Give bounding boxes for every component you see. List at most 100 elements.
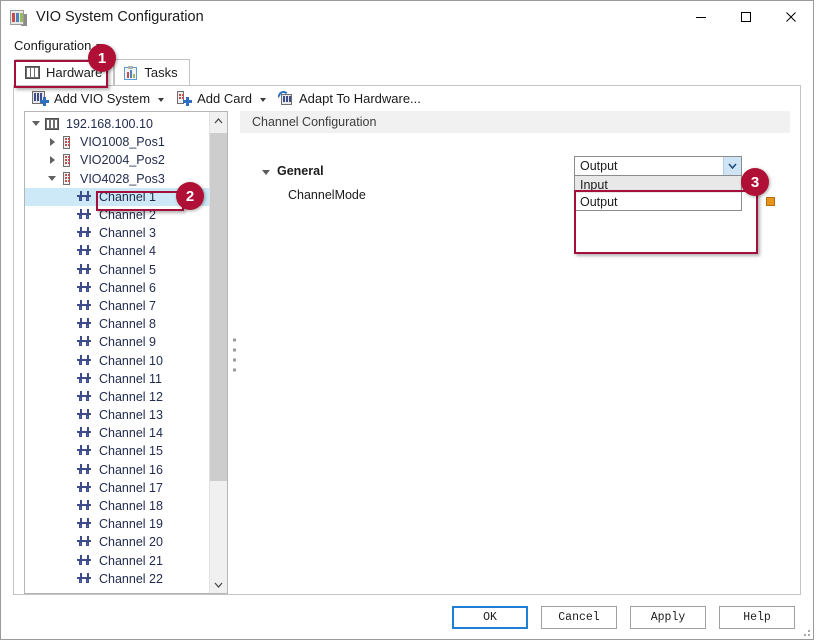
tree-item[interactable]: Channel 12: [25, 388, 209, 406]
tree-item-label: Channel 14: [99, 426, 163, 441]
channelmode-option-list[interactable]: Input Output: [574, 176, 742, 211]
channel-icon: [77, 354, 92, 367]
close-icon[interactable]: [768, 1, 813, 32]
maximize-icon[interactable]: [723, 1, 768, 32]
tree-item[interactable]: 192.168.100.10: [25, 115, 209, 133]
tree-item-label: Channel 3: [99, 226, 156, 241]
channel-icon: [77, 554, 92, 567]
collapse-arrow-icon[interactable]: [45, 170, 61, 188]
tree-item[interactable]: Channel 19: [25, 515, 209, 533]
tree-item[interactable]: Channel 6: [25, 279, 209, 297]
tab-strip: Hardware Tasks: [1, 57, 813, 85]
apply-button[interactable]: Apply: [630, 605, 706, 629]
tree-item[interactable]: Channel 5: [25, 261, 209, 279]
channel-icon: [77, 263, 92, 276]
tree-item-label: Channel 18: [99, 499, 163, 514]
tree-item-label: Channel 12: [99, 389, 163, 404]
channelmode-dropdown[interactable]: Output Input Output: [574, 156, 742, 211]
tab-tasks[interactable]: Tasks: [114, 59, 190, 85]
tree-item[interactable]: Channel 9: [25, 333, 209, 351]
channel-icon: [77, 209, 92, 221]
card-icon: [61, 153, 73, 167]
main-split-area: 192.168.100.10 VIO1008_Pos1 VIO2004_Pos2 VI…: [14, 111, 800, 594]
tree-item[interactable]: Channel 14: [25, 424, 209, 442]
channel-icon: [77, 518, 92, 530]
chevron-down-icon[interactable]: [260, 98, 267, 102]
tab-label: Tasks: [144, 65, 178, 80]
annotation-badge-3: 3: [741, 168, 769, 196]
channelmode-option-output[interactable]: Output: [575, 193, 741, 210]
annotation-badge-2: 2: [176, 182, 204, 210]
tree-item-label: Channel 16: [99, 462, 163, 477]
tree-item-label: Channel 5: [99, 262, 156, 277]
tree-item[interactable]: Channel 16: [25, 461, 209, 479]
tree-item[interactable]: Channel 2: [25, 206, 209, 224]
dialog-window: VIO System Configuration Configuration H…: [0, 0, 814, 640]
channel-icon: [77, 372, 92, 385]
minimize-icon[interactable]: [678, 1, 723, 32]
channel-icon: [77, 336, 92, 348]
channel-icon: [77, 572, 92, 585]
panel-splitter[interactable]: [228, 111, 240, 594]
channelmode-combobox[interactable]: Output: [574, 156, 742, 176]
chevron-down-icon[interactable]: [158, 98, 165, 102]
tree-item[interactable]: VIO1008_Pos1: [25, 133, 209, 151]
channel-icon: [77, 390, 92, 403]
tree-item[interactable]: Channel 11: [25, 370, 209, 388]
tree-item[interactable]: Channel 13: [25, 406, 209, 424]
resize-grip-icon[interactable]: [800, 626, 810, 636]
tree-item-label: Channel 1: [99, 189, 156, 204]
title-bar: VIO System Configuration: [1, 1, 813, 33]
channel-icon: [77, 190, 92, 203]
tree-item[interactable]: VIO2004_Pos2: [25, 151, 209, 169]
pane-header: Channel Configuration: [240, 111, 790, 133]
tree-item[interactable]: Channel 22: [25, 570, 209, 588]
ok-button[interactable]: OK: [452, 605, 528, 629]
tree-item-label: Channel 13: [99, 408, 163, 423]
tree-item[interactable]: Channel 20: [25, 533, 209, 551]
dialog-button-bar: OK Cancel Apply Help: [1, 595, 813, 639]
tree-item[interactable]: Channel 17: [25, 479, 209, 497]
channelmode-selected-value: Output: [580, 159, 618, 173]
tree-item[interactable]: Channel 10: [25, 351, 209, 369]
tree-item[interactable]: Channel 3: [25, 224, 209, 242]
scroll-up-button[interactable]: [210, 112, 227, 129]
channelmode-option-input[interactable]: Input: [575, 176, 741, 193]
window-title: VIO System Configuration: [36, 9, 204, 25]
scrollbar-thumb[interactable]: [210, 133, 227, 481]
expand-arrow-icon[interactable]: [45, 151, 61, 169]
tree-item[interactable]: Channel 21: [25, 552, 209, 570]
tree-item[interactable]: Channel 7: [25, 297, 209, 315]
channel-icon: [77, 445, 92, 457]
tree-item-label: Channel 15: [99, 444, 163, 459]
chevron-down-icon[interactable]: [723, 157, 741, 175]
add-vio-system-button[interactable]: Add VIO System: [28, 89, 170, 108]
tree-item[interactable]: Channel 8: [25, 315, 209, 333]
tree-item-label: Channel 19: [99, 517, 163, 532]
help-button[interactable]: Help: [719, 605, 795, 629]
channel-icon: [77, 318, 92, 330]
splitter-grip-icon: [233, 338, 236, 371]
tree-item[interactable]: Channel 18: [25, 497, 209, 515]
expand-arrow-icon[interactable]: [45, 133, 61, 151]
add-card-button[interactable]: Add Card: [172, 89, 272, 108]
tree-scrollbar[interactable]: [209, 112, 227, 593]
tree-item[interactable]: Channel 15: [25, 442, 209, 460]
menu-item-label: Configuration: [14, 37, 92, 53]
cancel-button[interactable]: Cancel: [541, 605, 617, 629]
channel-icon: [77, 500, 92, 512]
tree-item[interactable]: Channel 4: [25, 242, 209, 260]
adapt-to-hardware-button[interactable]: Adapt To Hardware...: [274, 89, 427, 108]
scroll-down-button[interactable]: [210, 576, 227, 593]
collapse-arrow-icon[interactable]: [29, 115, 45, 133]
channel-icon: [77, 227, 92, 239]
